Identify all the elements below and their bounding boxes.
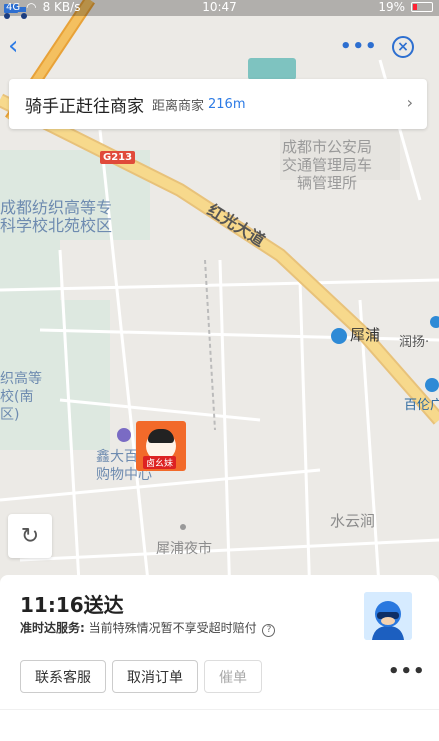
rider-status-title: 骑手正赶往商家 (25, 96, 144, 117)
urge-order-button[interactable]: 催单 (204, 660, 262, 693)
poi-baiwei: 百伦广 (404, 398, 439, 413)
ontime-text: 当前特殊情况暂不享受超时赔付 (88, 621, 257, 635)
refresh-icon: ↻ (20, 523, 40, 549)
battery-icon (411, 2, 433, 12)
wifi-icon: ◠ (26, 0, 37, 14)
help-icon[interactable]: ? (262, 624, 276, 637)
contact-support-button[interactable]: 联系客服 (20, 660, 106, 693)
ontime-label: 准时达服务: (20, 621, 85, 635)
battery-percent: 19% (378, 0, 405, 14)
poi-xipu-station: 犀浦 (350, 326, 381, 344)
poi-school: 成都纺织高等专 科学校北苑校区 (0, 198, 113, 235)
poi-police: 成都市公安局 交通管理局车 辆管理所 (282, 138, 373, 192)
distance-value: 216m (208, 96, 246, 112)
close-button[interactable]: × (392, 36, 414, 58)
distance-label: 距离商家 (152, 98, 205, 114)
divider (0, 709, 439, 710)
more-dots-icon: ••• (340, 36, 378, 57)
poi-runyang: 润扬· (399, 335, 430, 350)
chevron-right-icon: › (406, 93, 413, 112)
signal-icon: 4G (6, 1, 21, 13)
poi-shuiyun: 水云涧 (330, 512, 376, 530)
more-button[interactable]: ••• (340, 36, 378, 57)
rider-status-card[interactable]: 骑手正赶往商家 距离商家 216m › (9, 79, 427, 129)
more-actions-button[interactable]: ••• (388, 661, 426, 682)
refresh-button[interactable]: ↻ (8, 514, 52, 558)
close-circle-icon: × (397, 39, 409, 55)
network-speed: 8 KB/s (42, 0, 81, 14)
shop-tag: 卤幺妹 (143, 456, 177, 469)
rider-avatar[interactable] (364, 592, 412, 640)
chevron-left-icon: ‹ (8, 31, 19, 61)
poi-school-south: 织高等 校(南 区) (0, 371, 42, 423)
action-buttons: 联系客服 取消订单 催单 (20, 660, 262, 693)
cancel-order-button[interactable]: 取消订单 (112, 660, 198, 693)
eta-text: 11:16送达 (20, 593, 124, 617)
back-button[interactable]: ‹ (8, 32, 30, 60)
rider-helmet-icon (364, 592, 412, 640)
status-bar: 4G ◠ 8 KB/s 10:47 19% (0, 0, 439, 14)
poi-night-market: 犀浦夜市 (156, 541, 212, 557)
delivery-sheet: 11:16送达 准时达服务: 当前特殊情况暂不享受超时赔付 ? 联系客服 取消订… (0, 575, 439, 741)
road-shield-g213: G213 (100, 151, 136, 164)
ontime-service: 准时达服务: 当前特殊情况暂不享受超时赔付 ? (20, 619, 276, 637)
